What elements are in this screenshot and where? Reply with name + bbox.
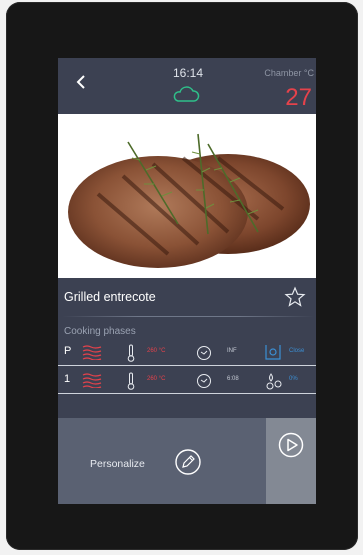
row-divider <box>58 365 316 366</box>
phase-damper-value: Close <box>289 348 305 354</box>
thermometer-icon <box>127 372 135 390</box>
phase-id: P <box>64 345 72 357</box>
oven-screen: 16:14 Chamber °C 27 Grilled entrecote Co… <box>58 58 316 504</box>
phase-time: 6:08 <box>227 376 239 382</box>
start-button[interactable] <box>266 418 316 504</box>
thermometer-icon <box>127 344 135 362</box>
recipe-photo <box>58 114 316 278</box>
play-icon <box>278 432 304 458</box>
phase-temperature: 260 °C <box>147 348 166 354</box>
grill-mode-icon <box>82 345 102 360</box>
pencil-icon <box>175 449 201 475</box>
phase-humidity-value: 0% <box>289 376 298 382</box>
back-button[interactable] <box>72 72 92 92</box>
action-bar: Personalize <box>58 418 316 504</box>
personalize-label[interactable]: Personalize <box>90 458 145 470</box>
phase-id: 1 <box>64 373 71 385</box>
phase-row[interactable]: P 260 °C INF Close <box>58 340 316 366</box>
title-divider <box>62 316 314 317</box>
grill-mode-icon <box>82 373 102 388</box>
personalize-button[interactable] <box>174 448 202 476</box>
cooking-phases-label: Cooking phases <box>64 326 136 337</box>
status-bar: 16:14 Chamber °C 27 <box>58 58 316 114</box>
phase-time: INF <box>227 348 237 354</box>
phase-row[interactable]: 1 260 °C 6:08 0% <box>58 368 316 394</box>
timer-icon <box>197 346 211 360</box>
timer-icon <box>197 374 211 388</box>
phase-temperature: 260 °C <box>147 376 166 382</box>
clock: 16:14 <box>172 66 204 80</box>
favorite-button[interactable] <box>284 286 306 308</box>
star-icon <box>284 286 306 307</box>
chamber-temperature-value: 27 <box>285 84 312 111</box>
steak-image <box>68 133 310 268</box>
chevron-left-icon <box>76 75 85 89</box>
humidity-icon <box>266 373 282 390</box>
cloud-connection-icon <box>173 86 200 102</box>
row-divider <box>58 393 316 394</box>
recipe-title: Grilled entrecote <box>64 290 156 304</box>
chamber-temperature-label: Chamber °C <box>264 68 314 78</box>
damper-icon <box>265 345 281 360</box>
